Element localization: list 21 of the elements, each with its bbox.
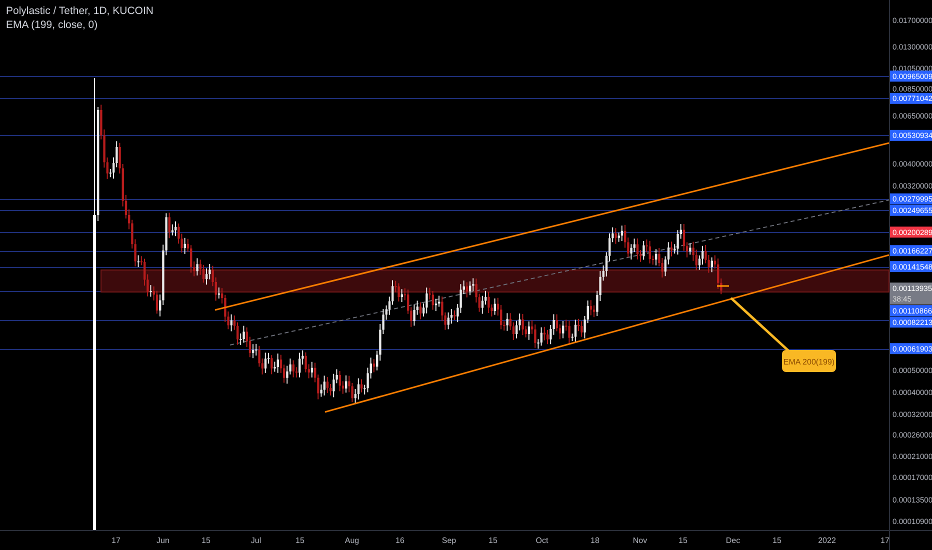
time-axis-label: 15 bbox=[678, 536, 688, 545]
time-axis-label: Aug bbox=[344, 536, 360, 545]
time-axis-label: 15 bbox=[202, 536, 210, 545]
time-axis-label: 17 bbox=[880, 536, 890, 545]
time-axis-label: Jul bbox=[250, 536, 262, 545]
time-axis-label: Dec bbox=[726, 536, 740, 545]
indicator-label: EMA (199, close, 0) bbox=[6, 19, 98, 31]
time-axis-label: 2022 bbox=[818, 536, 836, 545]
time-axis-label: 18 bbox=[590, 536, 600, 545]
time-axis-label: Nov bbox=[632, 536, 648, 545]
time-axis-label: Sep bbox=[442, 536, 456, 545]
time-axis-label: 15 bbox=[488, 536, 498, 545]
time-axis-label: 17 bbox=[112, 536, 120, 545]
time-axis-label: 15 bbox=[296, 536, 304, 545]
time-axis-label: Jun bbox=[156, 536, 170, 545]
time-axis-label: 16 bbox=[396, 536, 404, 545]
time-axis-label: 15 bbox=[772, 536, 782, 545]
callout-label: EMA 200(199) bbox=[782, 350, 836, 372]
ema-line bbox=[717, 285, 729, 287]
time-axis-label: Oct bbox=[536, 536, 548, 545]
symbol-title: Polylastic / Tether, 1D, KUCOIN bbox=[6, 5, 154, 17]
